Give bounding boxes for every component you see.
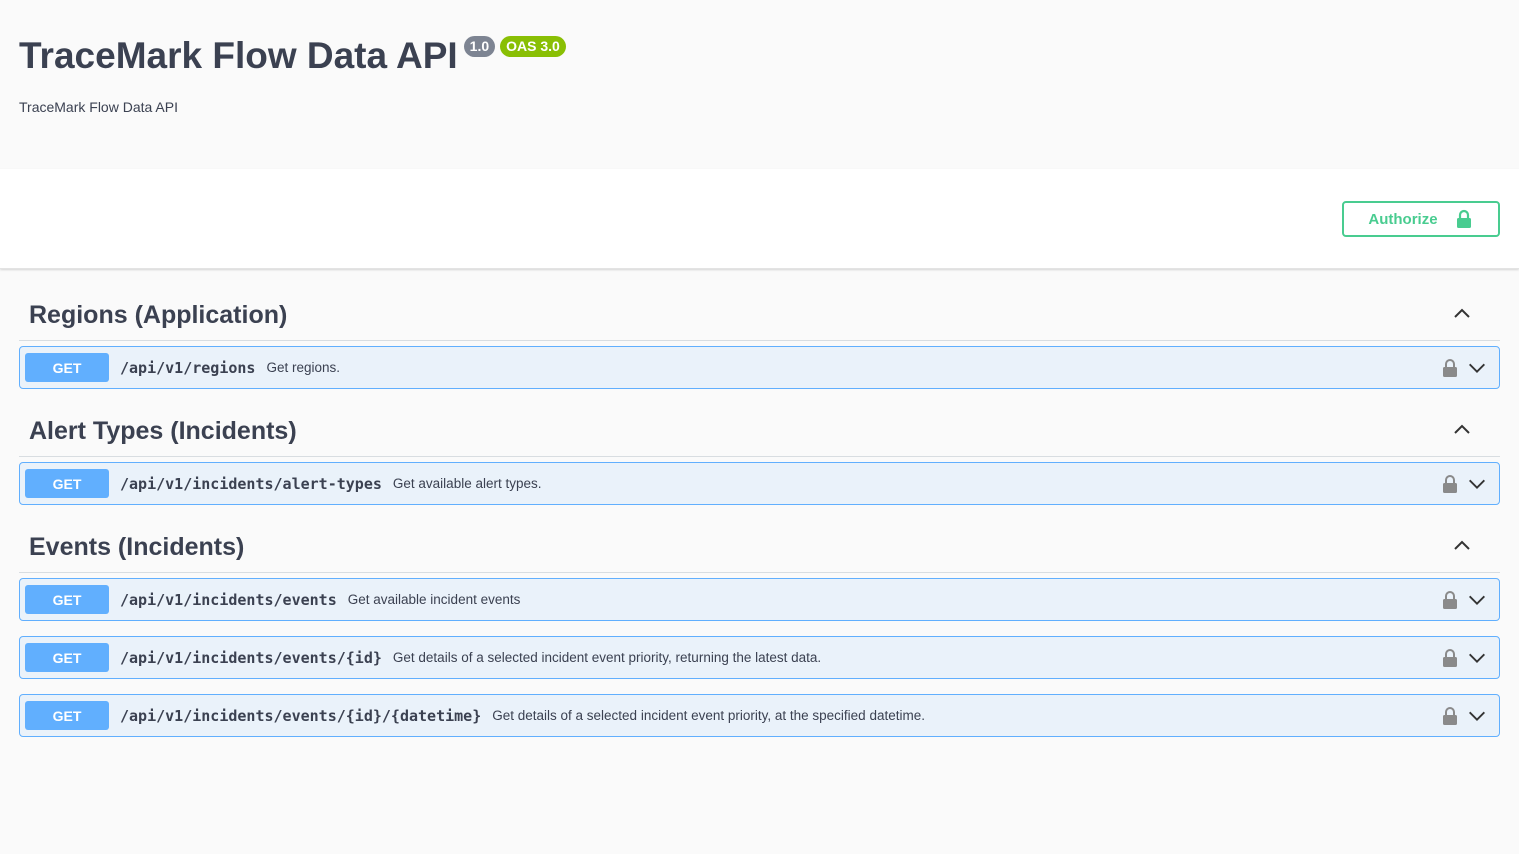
method-badge: GET (25, 469, 109, 498)
tag-header-events[interactable]: Events (Incidents) (19, 505, 1500, 573)
operation-summary: Get regions. (266, 360, 341, 375)
chevron-down-icon[interactable] (1466, 589, 1488, 611)
method-badge: GET (25, 585, 109, 614)
operation-summary: Get available alert types. (392, 476, 542, 491)
operation-get-regions[interactable]: GET /api/v1/regions Get regions. (19, 346, 1500, 389)
tag-title: Events (Incidents) (29, 533, 245, 561)
operation-path: /api/v1/incidents/events/{id}/{datetime} (120, 706, 482, 725)
tag-title: Alert Types (Incidents) (29, 417, 297, 445)
operation-icons (1442, 589, 1488, 611)
chevron-down-icon[interactable] (1466, 705, 1488, 727)
method-badge: GET (25, 643, 109, 672)
chevron-up-icon[interactable] (1450, 302, 1474, 326)
operation-path: /api/v1/regions (120, 358, 256, 377)
oas-badge: OAS 3.0 (500, 36, 566, 57)
method-badge: GET (25, 353, 109, 382)
chevron-up-icon[interactable] (1450, 418, 1474, 442)
api-description: TraceMark Flow Data API (19, 99, 178, 115)
operation-summary: Get details of a selected incident event… (492, 708, 925, 723)
api-info: TraceMark Flow Data API 1.0 OAS 3.0 Trac… (0, 0, 1519, 169)
version-badge: 1.0 (463, 36, 496, 57)
authorize-label: Authorize (1368, 210, 1438, 228)
api-title: TraceMark Flow Data API (19, 35, 458, 76)
tag-title: Regions (Application) (29, 301, 288, 329)
lock-icon (1456, 209, 1471, 228)
chevron-down-icon[interactable] (1466, 473, 1488, 495)
operation-summary: Get details of a selected incident event… (392, 650, 822, 665)
operation-path: /api/v1/incidents/events (120, 590, 337, 609)
lock-icon[interactable] (1442, 648, 1458, 668)
lock-icon[interactable] (1442, 474, 1458, 494)
operations-content: Regions (Application) GET /api/v1/region… (0, 269, 1519, 737)
tag-section-regions: Regions (Application) GET /api/v1/region… (19, 269, 1500, 389)
operation-summary: Get available incident events (347, 592, 521, 607)
lock-icon[interactable] (1442, 590, 1458, 610)
operation-get-event-by-id-datetime[interactable]: GET /api/v1/incidents/events/{id}/{datet… (19, 694, 1500, 737)
operation-get-alert-types[interactable]: GET /api/v1/incidents/alert-types Get av… (19, 462, 1500, 505)
operation-icons (1442, 705, 1488, 727)
operation-icons (1442, 357, 1488, 379)
title-row: TraceMark Flow Data API 1.0 OAS 3.0 (19, 32, 566, 80)
operation-get-event-by-id[interactable]: GET /api/v1/incidents/events/{id} Get de… (19, 636, 1500, 679)
lock-icon[interactable] (1442, 706, 1458, 726)
method-badge: GET (25, 701, 109, 730)
chevron-down-icon[interactable] (1466, 647, 1488, 669)
authorize-button[interactable]: Authorize (1342, 201, 1500, 237)
operation-get-events[interactable]: GET /api/v1/incidents/events Get availab… (19, 578, 1500, 621)
lock-icon[interactable] (1442, 358, 1458, 378)
tag-header-regions[interactable]: Regions (Application) (19, 269, 1500, 341)
operation-icons (1442, 473, 1488, 495)
operation-path: /api/v1/incidents/alert-types (120, 474, 382, 493)
operation-path: /api/v1/incidents/events/{id} (120, 648, 382, 667)
tag-header-alert-types[interactable]: Alert Types (Incidents) (19, 389, 1500, 457)
tag-section-events: Events (Incidents) GET /api/v1/incidents… (19, 505, 1500, 737)
operation-icons (1442, 647, 1488, 669)
chevron-up-icon[interactable] (1450, 534, 1474, 558)
chevron-down-icon[interactable] (1466, 357, 1488, 379)
tag-section-alert-types: Alert Types (Incidents) GET /api/v1/inci… (19, 389, 1500, 505)
scheme-container: Authorize (0, 169, 1519, 269)
